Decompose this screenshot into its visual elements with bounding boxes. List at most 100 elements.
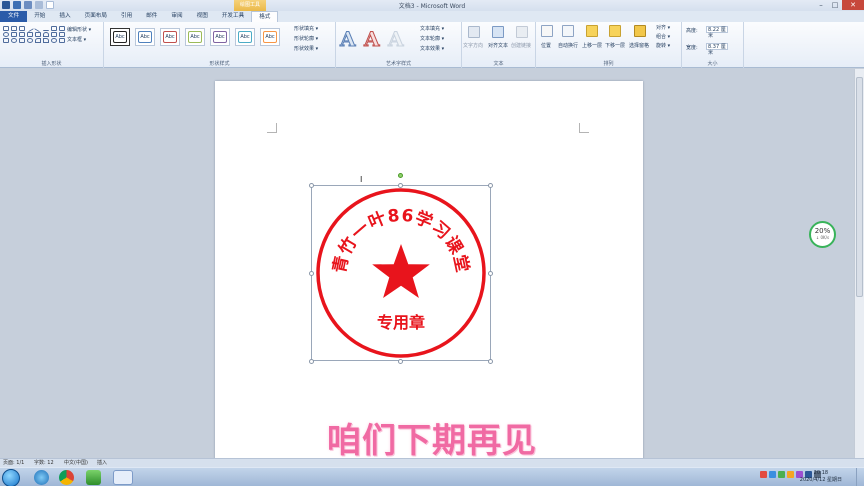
tray-app-icon[interactable] bbox=[787, 471, 794, 478]
status-words[interactable]: 字数: 12 bbox=[34, 459, 54, 467]
close-button[interactable]: ✕ bbox=[842, 0, 864, 10]
shape-arrow-icon[interactable] bbox=[43, 26, 49, 31]
shape-textbox-icon[interactable] bbox=[19, 26, 25, 31]
shape-rect-icon[interactable] bbox=[59, 26, 65, 31]
vertical-scrollbar[interactable] bbox=[854, 69, 864, 458]
media-player-icon[interactable] bbox=[86, 470, 101, 485]
style-swatch-red[interactable]: Abc bbox=[160, 28, 180, 46]
edit-shape-button[interactable]: 编辑形状 ▾ bbox=[67, 26, 91, 33]
align-button[interactable]: 对齐 ▾ bbox=[656, 24, 670, 31]
wordart-style-3[interactable]: A bbox=[388, 27, 405, 52]
bring-forward-button[interactable]: 上移一层 bbox=[582, 42, 602, 49]
shape-arc-icon[interactable] bbox=[35, 38, 41, 43]
tab-home[interactable]: 开始 bbox=[27, 11, 52, 22]
tray-app-icon[interactable] bbox=[769, 471, 776, 478]
word-taskbar-icon[interactable] bbox=[113, 470, 133, 485]
selection-pane-icon[interactable] bbox=[634, 25, 646, 37]
shape-rect-icon[interactable] bbox=[3, 38, 9, 43]
group-label-wordart-styles: 艺术字样式 bbox=[385, 61, 411, 67]
tab-developer[interactable]: 开发工具 bbox=[215, 11, 251, 22]
create-link-button[interactable]: 创建链接 bbox=[511, 42, 531, 49]
selection-pane-button[interactable]: 选择窗格 bbox=[629, 42, 649, 49]
shape-fill-button[interactable]: 形状填充 ▾ bbox=[294, 25, 318, 32]
tab-file[interactable]: 文件 bbox=[0, 11, 28, 22]
style-swatch-aqua[interactable]: Abc bbox=[235, 28, 255, 46]
position-button[interactable]: 位置 bbox=[541, 42, 551, 49]
shape-freeform-icon[interactable] bbox=[51, 32, 57, 37]
shape-gallery[interactable] bbox=[3, 24, 66, 43]
text-fill-button[interactable]: 文本填充 ▾ bbox=[420, 25, 444, 32]
wordart-style-2[interactable]: A bbox=[364, 27, 381, 52]
shape-connector-icon[interactable] bbox=[35, 32, 41, 37]
style-swatch-green[interactable]: Abc bbox=[185, 28, 205, 46]
group-button[interactable]: 组合 ▾ bbox=[656, 33, 670, 40]
tab-format[interactable]: 格式 bbox=[251, 11, 279, 22]
tab-insert[interactable]: 插入 bbox=[52, 11, 77, 22]
shape-rect-icon[interactable] bbox=[19, 38, 25, 43]
tab-references[interactable]: 引用 bbox=[114, 11, 139, 22]
width-input[interactable]: 8.37 厘米 bbox=[706, 43, 728, 56]
shape-rect-icon[interactable] bbox=[11, 26, 17, 31]
shape-scroll-icon[interactable] bbox=[59, 38, 65, 43]
shape-rect-icon[interactable] bbox=[3, 26, 9, 31]
create-link-icon[interactable] bbox=[516, 26, 528, 38]
status-language[interactable]: 中文(中国) bbox=[64, 459, 88, 467]
align-text-icon[interactable] bbox=[492, 26, 504, 38]
text-direction-icon[interactable] bbox=[468, 26, 480, 38]
shape-outline-button[interactable]: 形状轮廓 ▾ bbox=[294, 35, 318, 42]
position-icon[interactable] bbox=[541, 25, 553, 37]
bring-forward-icon[interactable] bbox=[586, 25, 598, 37]
tray-app-icon[interactable] bbox=[760, 471, 767, 478]
style-swatch-blue[interactable]: Abc bbox=[135, 28, 155, 46]
status-page[interactable]: 页面: 1/1 bbox=[3, 459, 24, 467]
speed-monitor-widget[interactable]: 20% ↓ 0K/s bbox=[809, 221, 836, 248]
status-mode[interactable]: 插入 bbox=[97, 459, 107, 467]
shape-oval-icon[interactable] bbox=[3, 32, 9, 37]
style-swatch-black[interactable]: Abc bbox=[110, 28, 130, 46]
shape-arc-icon[interactable] bbox=[43, 38, 49, 43]
shape-more-icon[interactable] bbox=[59, 32, 65, 37]
taskbar-clock[interactable]: 20:18 2020/4/12 星期日 bbox=[800, 470, 842, 484]
minimize-button[interactable]: – bbox=[814, 0, 828, 10]
show-desktop-button[interactable] bbox=[856, 468, 864, 486]
rotate-button[interactable]: 旋转 ▾ bbox=[656, 42, 670, 49]
style-swatch-purple[interactable]: Abc bbox=[210, 28, 230, 46]
shape-arc-icon[interactable] bbox=[51, 38, 57, 43]
style-swatch-orange[interactable]: Abc bbox=[260, 28, 280, 46]
tab-page-layout[interactable]: 页面布局 bbox=[78, 11, 114, 22]
start-button-icon[interactable] bbox=[2, 469, 20, 486]
text-cursor-icon: I bbox=[360, 175, 363, 184]
wrap-text-icon[interactable] bbox=[562, 25, 574, 37]
rotate-handle[interactable] bbox=[398, 173, 403, 178]
send-backward-icon[interactable] bbox=[609, 25, 621, 37]
height-label: 高度: bbox=[686, 28, 698, 34]
shape-rect-icon[interactable] bbox=[11, 32, 17, 37]
shape-triangle-icon[interactable] bbox=[19, 32, 25, 37]
shape-curve-icon[interactable] bbox=[27, 38, 33, 43]
wordart-style-1[interactable]: A bbox=[340, 27, 357, 52]
align-text-button[interactable]: 对齐文本 bbox=[488, 42, 508, 49]
shape-effects-button[interactable]: 形状效果 ▾ bbox=[294, 45, 318, 52]
height-input[interactable]: 8.22 厘米 bbox=[706, 26, 728, 39]
stamp-graphic[interactable]: 青竹一叶86学习课堂 专用章 bbox=[311, 185, 491, 361]
text-effects-button[interactable]: 文本效果 ▾ bbox=[420, 45, 444, 52]
group-label-text: 文本 bbox=[493, 61, 504, 67]
tab-mailings[interactable]: 邮件 bbox=[139, 11, 164, 22]
chrome-icon[interactable] bbox=[59, 470, 74, 485]
text-direction-button[interactable]: 文字方向 bbox=[463, 42, 483, 49]
shape-connector-icon[interactable] bbox=[27, 32, 33, 37]
wrap-text-button[interactable]: 自动换行 bbox=[558, 42, 578, 49]
text-box-button[interactable]: 文本框 ▾ bbox=[67, 36, 86, 43]
shape-curve-icon[interactable] bbox=[43, 32, 49, 37]
tab-view[interactable]: 视图 bbox=[190, 11, 215, 22]
shape-rect-icon[interactable] bbox=[51, 26, 57, 31]
maximize-button[interactable]: □ bbox=[828, 0, 842, 10]
shape-oval-icon[interactable] bbox=[11, 38, 17, 43]
tray-app-icon[interactable] bbox=[778, 471, 785, 478]
send-backward-button[interactable]: 下移一层 bbox=[605, 42, 625, 49]
tab-review[interactable]: 审阅 bbox=[164, 11, 189, 22]
text-outline-button[interactable]: 文本轮廓 ▾ bbox=[420, 35, 444, 42]
shape-line-icon[interactable] bbox=[26, 24, 34, 33]
scrollbar-thumb[interactable] bbox=[856, 77, 863, 297]
ie-icon[interactable] bbox=[34, 470, 49, 485]
